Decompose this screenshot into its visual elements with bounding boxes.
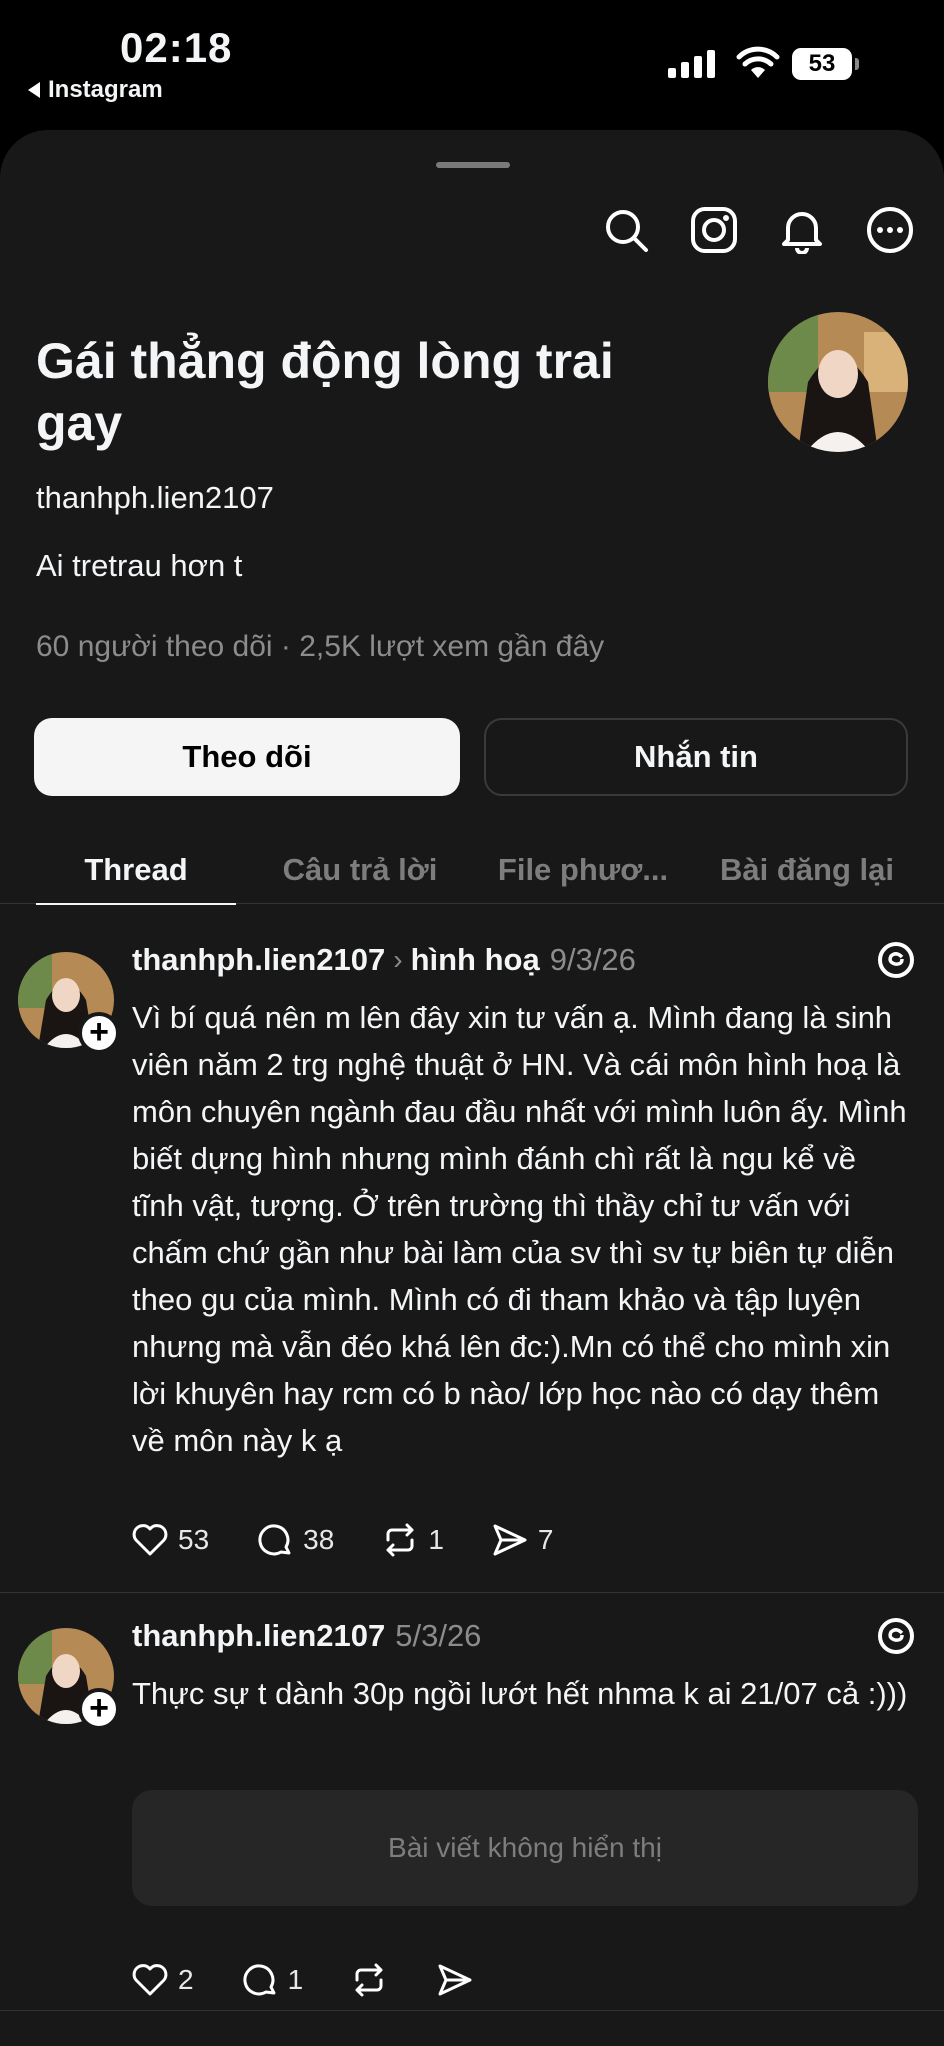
send-icon (493, 1524, 527, 1556)
post-actions: 2 1 (130, 1960, 475, 2000)
comment-count: 38 (303, 1524, 335, 1555)
profile-tabs: Thread Câu trả lời File phươ... Bài đăng… (0, 836, 944, 905)
sheet-grabber[interactable] (436, 162, 510, 168)
send-icon (438, 1964, 472, 1996)
tab-media[interactable]: File phươ... (490, 836, 676, 904)
follow-button[interactable]: Theo dõi (34, 718, 460, 796)
status-time: 02:18 (120, 24, 233, 71)
repost-button[interactable]: 1 (380, 1520, 444, 1560)
profile-avatar[interactable] (768, 312, 908, 452)
follow-plus-icon[interactable]: + (78, 1688, 120, 1730)
like-count: 53 (178, 1524, 210, 1555)
profile-handle: thanhph.lien2107 (36, 480, 274, 515)
follow-plus-icon[interactable]: + (78, 1012, 120, 1054)
comment-icon (258, 1524, 291, 1556)
post-header: thanhph.lien2107 › hình hoạ 9/3/26 (132, 942, 636, 978)
search-icon[interactable] (600, 204, 652, 256)
post-actions: 53 38 1 7 (130, 1520, 553, 1560)
tab-replies[interactable]: Câu trả lời (272, 836, 448, 904)
like-count: 2 (178, 1964, 194, 1995)
heart-icon (132, 1964, 168, 1996)
comment-button[interactable]: 38 (255, 1520, 334, 1560)
battery-cap (855, 58, 859, 70)
repost-icon (386, 1523, 414, 1557)
more-icon[interactable] (864, 204, 916, 256)
battery-indicator: 53 (792, 48, 852, 80)
repost-icon (355, 1963, 383, 1997)
like-button[interactable]: 2 (130, 1960, 194, 2000)
tab-thread[interactable]: Thread (36, 836, 236, 905)
post-divider (0, 1592, 944, 1593)
post-date: 9/3/26 (549, 942, 636, 977)
message-button[interactable]: Nhắn tin (484, 718, 908, 796)
repost-count: 1 (428, 1524, 444, 1555)
post-username[interactable]: thanhph.lien2107 (132, 942, 385, 978)
profile-stats[interactable]: 60 người theo dõi · 2,5K lượt xem gần đâ… (36, 630, 604, 664)
cellular-signal-icon (668, 48, 715, 78)
back-app-label: Instagram (48, 76, 163, 103)
status-bar: 02:18 Instagram 53 (0, 0, 944, 120)
comment-button[interactable]: 1 (240, 1960, 304, 2000)
threads-logo-icon (878, 942, 914, 978)
repost-button[interactable] (349, 1960, 389, 2000)
like-button[interactable]: 53 (130, 1520, 209, 1560)
post-date: 5/3/26 (395, 1618, 482, 1653)
heart-icon (132, 1524, 168, 1556)
hidden-post-notice: Bài viết không hiển thị (132, 1790, 918, 1906)
profile-bio: Ai tretrau hơn t (36, 548, 243, 583)
share-button[interactable] (435, 1960, 475, 2000)
share-button[interactable]: 7 (490, 1520, 554, 1560)
post-text[interactable]: Vì bí quá nên m lên đây xin tư vấn ạ. Mì… (132, 994, 912, 1464)
profile-sheet: Gái thẳng động lòng trai gay thanhph.lie… (0, 130, 944, 2046)
back-arrow-icon (28, 82, 40, 98)
instagram-icon[interactable] (688, 204, 740, 256)
chevron-right-icon: › (393, 944, 403, 975)
post-topic[interactable]: hình hoạ (411, 942, 540, 978)
back-to-app-link[interactable]: Instagram (28, 76, 163, 104)
profile-display-name: Gái thẳng động lòng trai gay (36, 333, 614, 451)
post-username[interactable]: thanhph.lien2107 (132, 1618, 385, 1654)
post-header: thanhph.lien2107 5/3/26 (132, 1618, 481, 1654)
share-count: 7 (537, 1524, 554, 1555)
bell-icon[interactable] (776, 204, 828, 256)
wifi-icon (736, 46, 780, 78)
post-text[interactable]: Thực sự t dành 30p ngồi lướt hết nhma k … (132, 1670, 912, 1717)
threads-logo-icon (878, 1618, 914, 1654)
post-divider (0, 2010, 944, 2011)
comment-count: 1 (287, 1964, 304, 1995)
tab-reposts[interactable]: Bài đăng lại (712, 836, 902, 904)
header-actions (600, 204, 916, 256)
comment-icon (243, 1964, 276, 1996)
